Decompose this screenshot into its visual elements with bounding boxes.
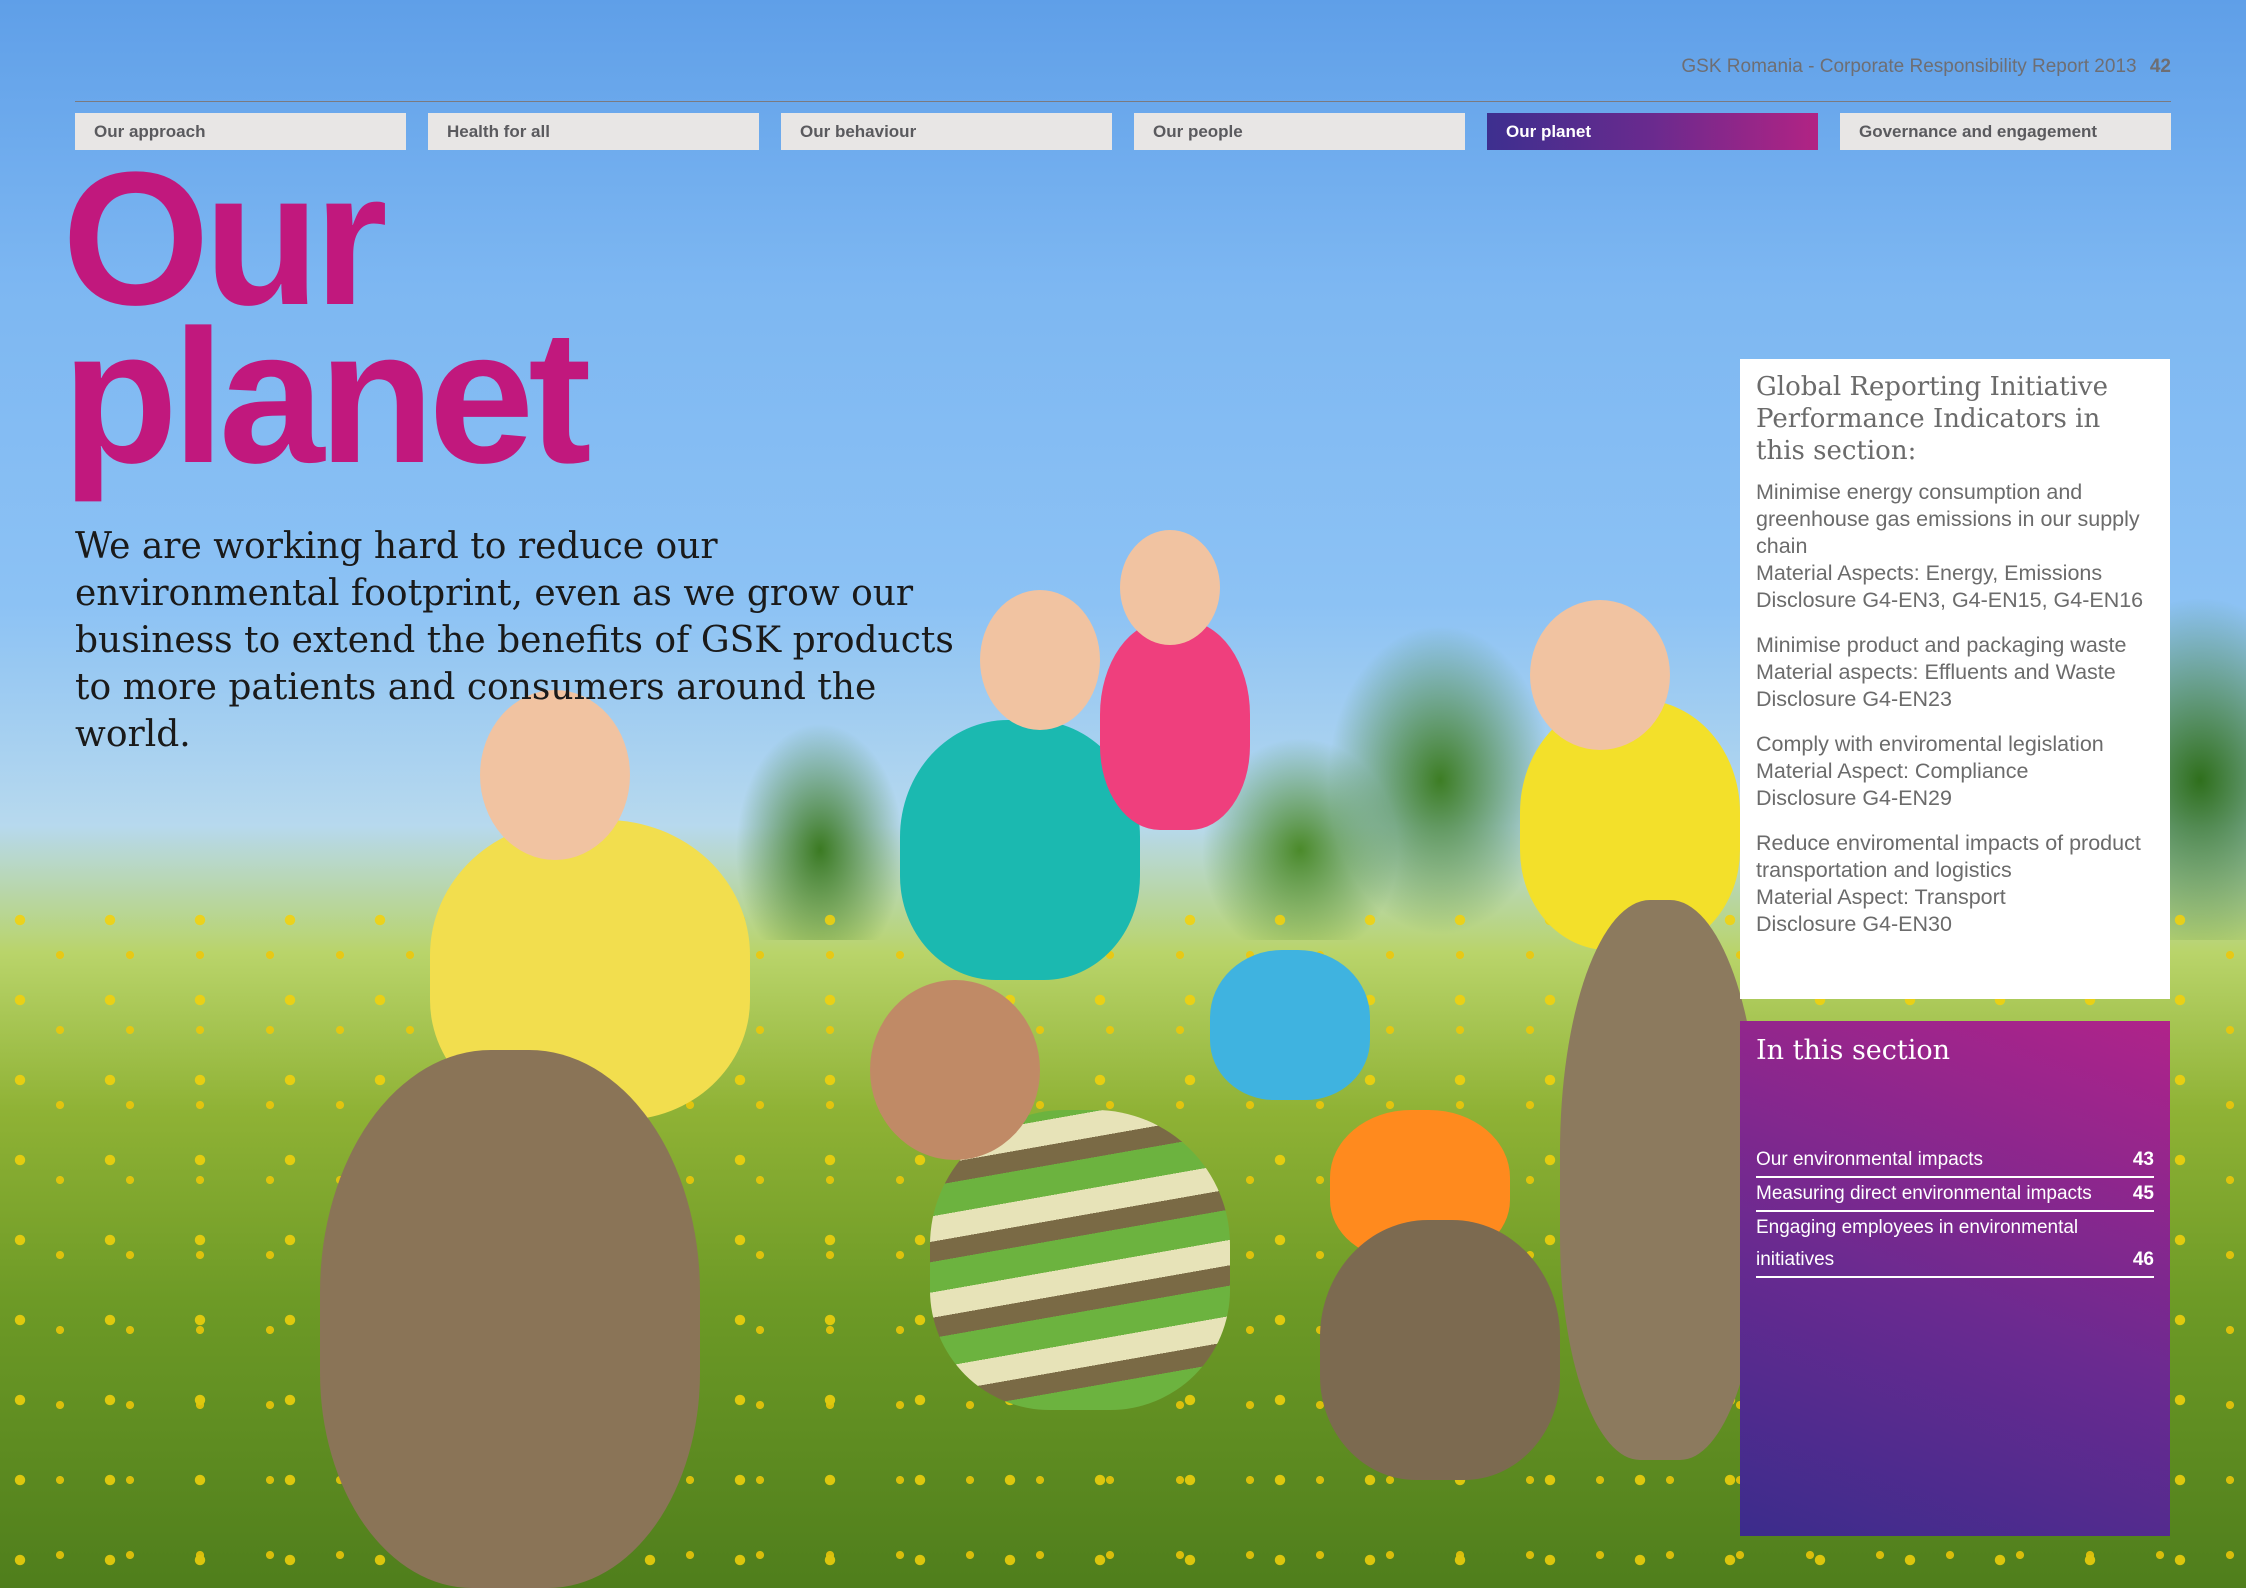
gri-item-title: Reduce enviromental impacts of product t… (1756, 831, 2141, 882)
report-title: GSK Romania - Corporate Responsibility R… (1681, 56, 2171, 78)
toc-link-label: Measuring direct environmental impacts (1756, 1183, 2092, 1204)
gri-item-disclosure: Disclosure G4-EN30 (1756, 912, 1952, 936)
child-sack (1320, 1220, 1560, 1480)
child-head (1530, 600, 1670, 750)
gri-item-title: Minimise energy consumption and greenhou… (1756, 480, 2140, 558)
toc-link-label: Our environmental impacts (1756, 1149, 1984, 1170)
child-sack (320, 1050, 700, 1588)
nav-tab-health-for-all[interactable]: Health for all (428, 113, 759, 150)
gri-item-aspect: Material Aspect: Transport (1756, 885, 2006, 909)
gri-item: Comply with enviromental legislation Mat… (1756, 731, 2154, 812)
toc-link[interactable]: Measuring direct environmental impacts 4… (1756, 1178, 2154, 1212)
gri-item: Reduce enviromental impacts of product t… (1756, 830, 2154, 938)
header-divider (75, 101, 2171, 102)
toc-link[interactable]: Engaging employees in environmental init… (1756, 1212, 2154, 1278)
gri-item-disclosure: Disclosure G4-EN29 (1756, 786, 1952, 810)
gri-item-disclosure: Disclosure G4-EN3, G4-EN15, G4-EN16 (1756, 588, 2144, 612)
page-title: Our planet (62, 144, 592, 503)
toc-link-page: 43 (2132, 1149, 2154, 1170)
gri-item-aspect: Material Aspect: Compliance (1756, 759, 2029, 783)
child-head (1120, 530, 1220, 645)
page-title-line-2: planet (62, 291, 592, 503)
toc-link-page: 45 (2132, 1183, 2154, 1204)
gri-item: Minimise product and packaging waste Mat… (1756, 632, 2154, 713)
section-navigation: Our approach Health for all Our behaviou… (75, 113, 2171, 150)
gri-item-disclosure: Disclosure G4-EN23 (1756, 687, 1952, 711)
gri-heading: Global Reporting Initiative Performance … (1756, 372, 2109, 466)
nav-tab-our-people[interactable]: Our people (1134, 113, 1465, 150)
gri-item-title: Comply with enviromental legislation (1756, 732, 2104, 756)
in-this-section-panel: In this section Our environmental impact… (1740, 1021, 2170, 1536)
in-this-section-heading: In this section (1756, 1035, 1951, 1066)
child-sack (1560, 900, 1760, 1460)
child-head (870, 980, 1040, 1160)
report-title-text: GSK Romania - Corporate Responsibility R… (1681, 56, 2137, 77)
gri-indicators-panel: Global Reporting Initiative Performance … (1740, 359, 2170, 999)
child-head (980, 590, 1100, 730)
toc-link-label: Engaging employees in environmental init… (1756, 1217, 2079, 1270)
nav-tab-our-behaviour[interactable]: Our behaviour (781, 113, 1112, 150)
toc-link-page: 46 (2132, 1249, 2154, 1270)
gri-item: Minimise energy consumption and greenhou… (1756, 479, 2154, 614)
toc-link[interactable]: Our environmental impacts 43 (1756, 1144, 2154, 1178)
gri-item-aspect: Material Aspects: Energy, Emissions (1756, 561, 2103, 585)
page-number: 42 (2149, 56, 2171, 77)
gri-item-title: Minimise product and packaging waste (1756, 633, 2127, 657)
gri-item-aspect: Material aspects: Effluents and Waste (1756, 660, 2116, 684)
child-figure-pink-top (1100, 620, 1250, 830)
intro-paragraph: We are working hard to reduce our enviro… (75, 526, 954, 755)
child-figure-blue-shirt (1210, 950, 1370, 1100)
nav-tab-our-planet[interactable]: Our planet (1487, 113, 1818, 150)
nav-tab-governance-and-engagement[interactable]: Governance and engagement (1840, 113, 2171, 150)
